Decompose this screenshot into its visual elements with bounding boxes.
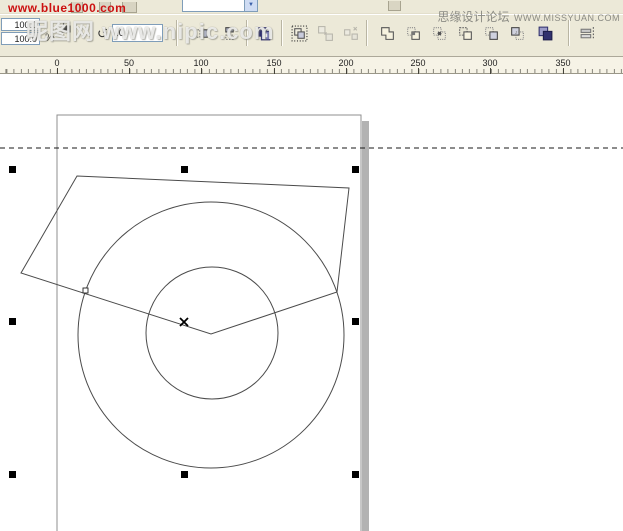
front-minus-back-button[interactable] (480, 22, 503, 45)
watermark-blue1000: www.blue1000.com (8, 1, 126, 15)
zoom-level-combobox[interactable]: ▼ (182, 0, 258, 12)
scale-horizontal-input[interactable] (1, 18, 40, 31)
intersect-button[interactable] (428, 22, 451, 45)
scale-vertical-input[interactable] (1, 32, 40, 45)
property-bar: % ↺ (0, 14, 623, 57)
drawing-canvas[interactable] (0, 74, 623, 531)
selection-handle[interactable] (9, 318, 16, 325)
percent-label: % (45, 32, 55, 44)
selection-handle[interactable] (352, 471, 359, 478)
separator (366, 20, 368, 46)
lock-ratio-icon[interactable] (60, 20, 74, 36)
rotation-icon: ↺ (97, 26, 108, 42)
mirror-vertical-button[interactable] (218, 22, 241, 45)
ungroup-button (314, 22, 337, 45)
group-button[interactable] (288, 22, 311, 45)
trim-button[interactable] (402, 22, 425, 45)
zoom-level-value (183, 0, 244, 11)
horizontal-ruler[interactable]: 0 50 100 150 200 250 300 350 (0, 57, 623, 74)
combine-button[interactable] (252, 22, 275, 45)
separator (176, 20, 178, 46)
separator (281, 20, 283, 46)
ruler-label: 150 (262, 58, 286, 68)
ruler-minor-ticks (0, 69, 623, 73)
selection-handle[interactable] (181, 166, 188, 173)
wrap-paragraph-text-button[interactable] (576, 22, 599, 45)
ruler-label: 250 (406, 58, 430, 68)
mirror-horizontal-button[interactable] (190, 22, 213, 45)
ruler-label: 200 (334, 58, 358, 68)
snap-icon[interactable] (388, 1, 401, 11)
ruler-label: 300 (478, 58, 502, 68)
selection-handle[interactable] (9, 471, 16, 478)
create-boundary-button[interactable] (534, 22, 557, 45)
page-shadow (362, 121, 369, 531)
selection-handle[interactable] (181, 471, 188, 478)
selection-handle[interactable] (9, 166, 16, 173)
chevron-down-icon[interactable]: ▼ (244, 0, 257, 11)
selection-handle[interactable] (352, 318, 359, 325)
ruler-label: 50 (117, 58, 141, 68)
ruler-label: 100 (189, 58, 213, 68)
edge-node-marker[interactable] (83, 288, 88, 293)
coreldraw-window: www.blue1000.com 昵图网 www.nipic.com 思缘设计论… (0, 0, 623, 531)
back-minus-front-button[interactable] (506, 22, 529, 45)
ruler-label: 350 (551, 58, 575, 68)
ruler-label: 0 (45, 58, 69, 68)
selection-handle[interactable] (352, 166, 359, 173)
separator (568, 20, 570, 46)
simplify-button[interactable] (454, 22, 477, 45)
ungroup-all-button (340, 22, 363, 45)
weld-button[interactable] (376, 22, 399, 45)
rotation-angle-input[interactable] (112, 24, 163, 42)
separator (246, 20, 248, 46)
